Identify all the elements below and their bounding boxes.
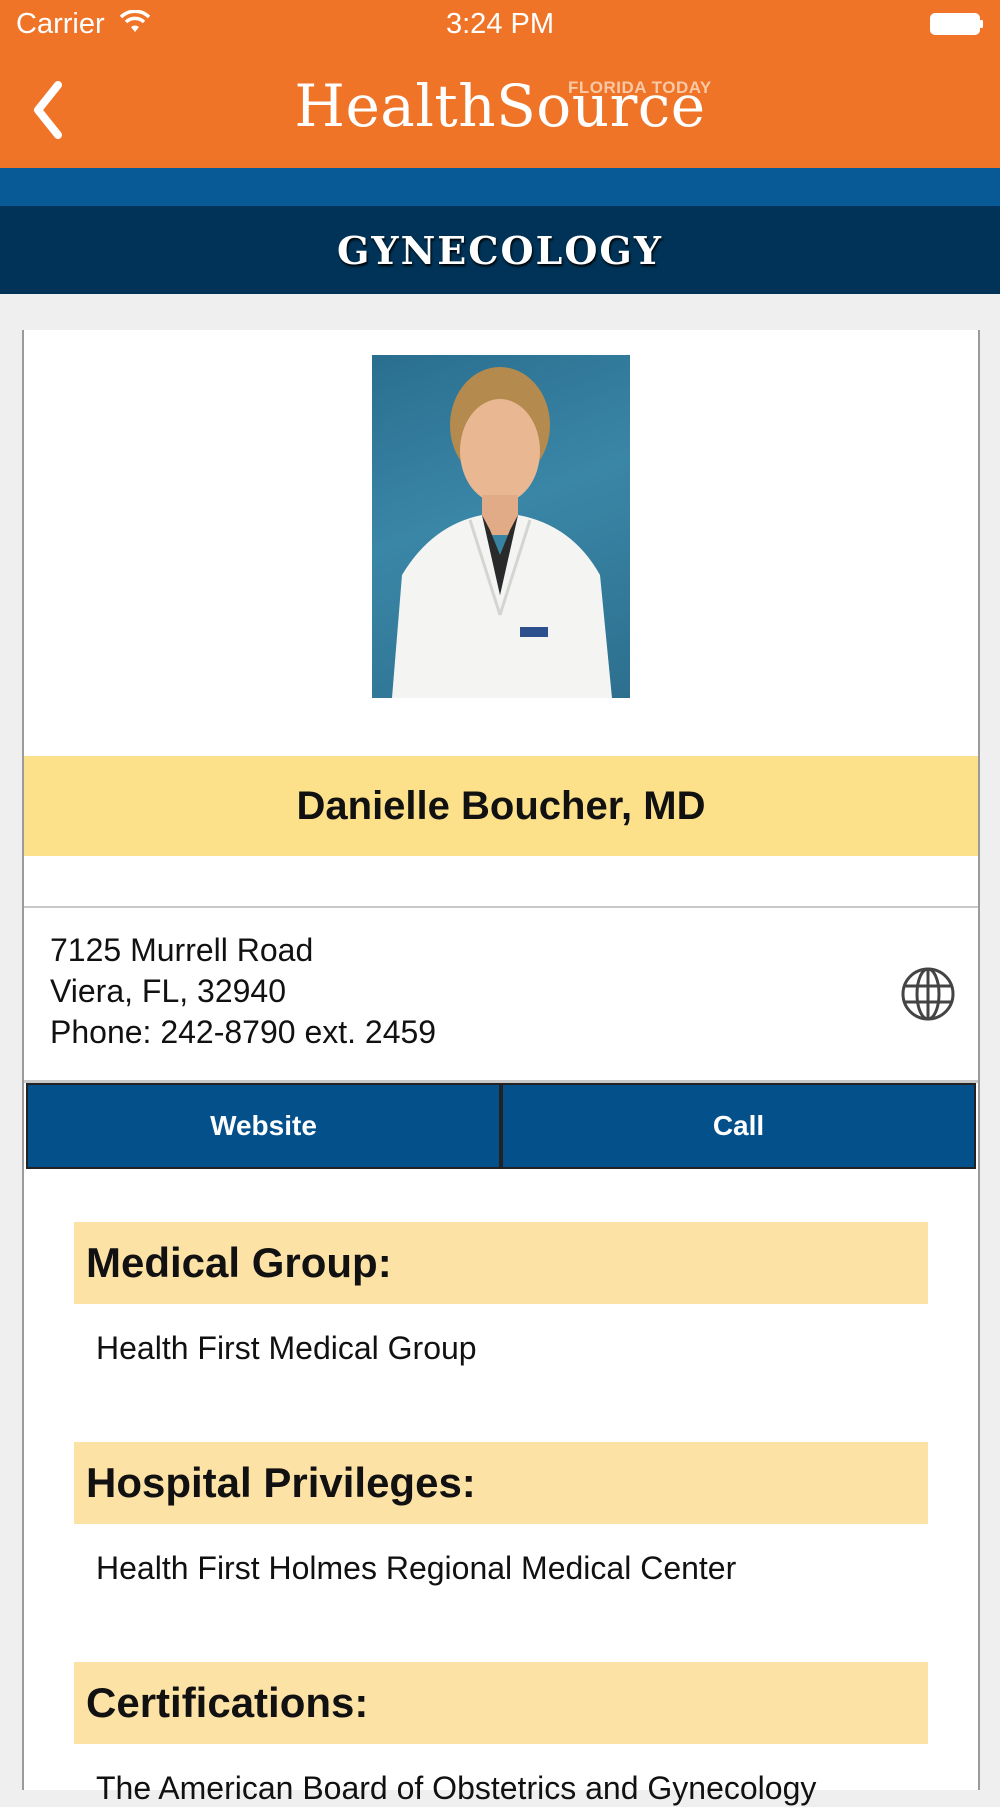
certifications-value: The American Board of Obstetrics and Gyn…: [96, 1770, 817, 1806]
phone-number: Phone: 242-8790 ext. 2459: [50, 1014, 437, 1050]
section-title: GYNECOLOGY: [0, 206, 1000, 294]
doctor-name: Danielle Boucher, MD: [24, 756, 978, 856]
divider: [24, 906, 978, 908]
logo-badge: FLORIDA TODAY: [568, 78, 712, 97]
address-line-2: Viera, FL, 32940: [50, 973, 287, 1009]
status-bar: Carrier 3:24 PM: [0, 0, 1000, 50]
doctor-card: Danielle Boucher, MD 7125 Murrell Road V…: [22, 330, 980, 1806]
logo-wordmark: HealthSource: [294, 72, 706, 140]
medical-group-heading: Medical Group:: [74, 1222, 928, 1304]
healthsource-logo: HealthSource FLORIDA TODAY: [0, 66, 1000, 156]
doctor-photo: [372, 355, 630, 698]
hospital-privileges-value: Health First Holmes Regional Medical Cen…: [96, 1550, 737, 1586]
globe-icon[interactable]: [900, 966, 956, 1022]
nav-bar: Carrier 3:24 PM HealthSource FLORIDA TOD…: [0, 0, 1000, 168]
website-button[interactable]: Website: [26, 1083, 501, 1169]
status-time: 3:24 PM: [446, 8, 554, 40]
accent-stripe: [0, 168, 1000, 206]
battery-icon: [930, 13, 983, 35]
certifications-heading: Certifications:: [74, 1662, 928, 1744]
hospital-privileges-heading: Hospital Privileges:: [74, 1442, 928, 1524]
doctor-portrait-image: [392, 367, 612, 698]
address-line-1: 7125 Murrell Road: [50, 932, 314, 968]
doctor-address: 7125 Murrell Road Viera, FL, 32940 Phone…: [50, 930, 436, 1053]
medical-group-value: Health First Medical Group: [96, 1330, 477, 1366]
call-button[interactable]: Call: [501, 1083, 976, 1169]
